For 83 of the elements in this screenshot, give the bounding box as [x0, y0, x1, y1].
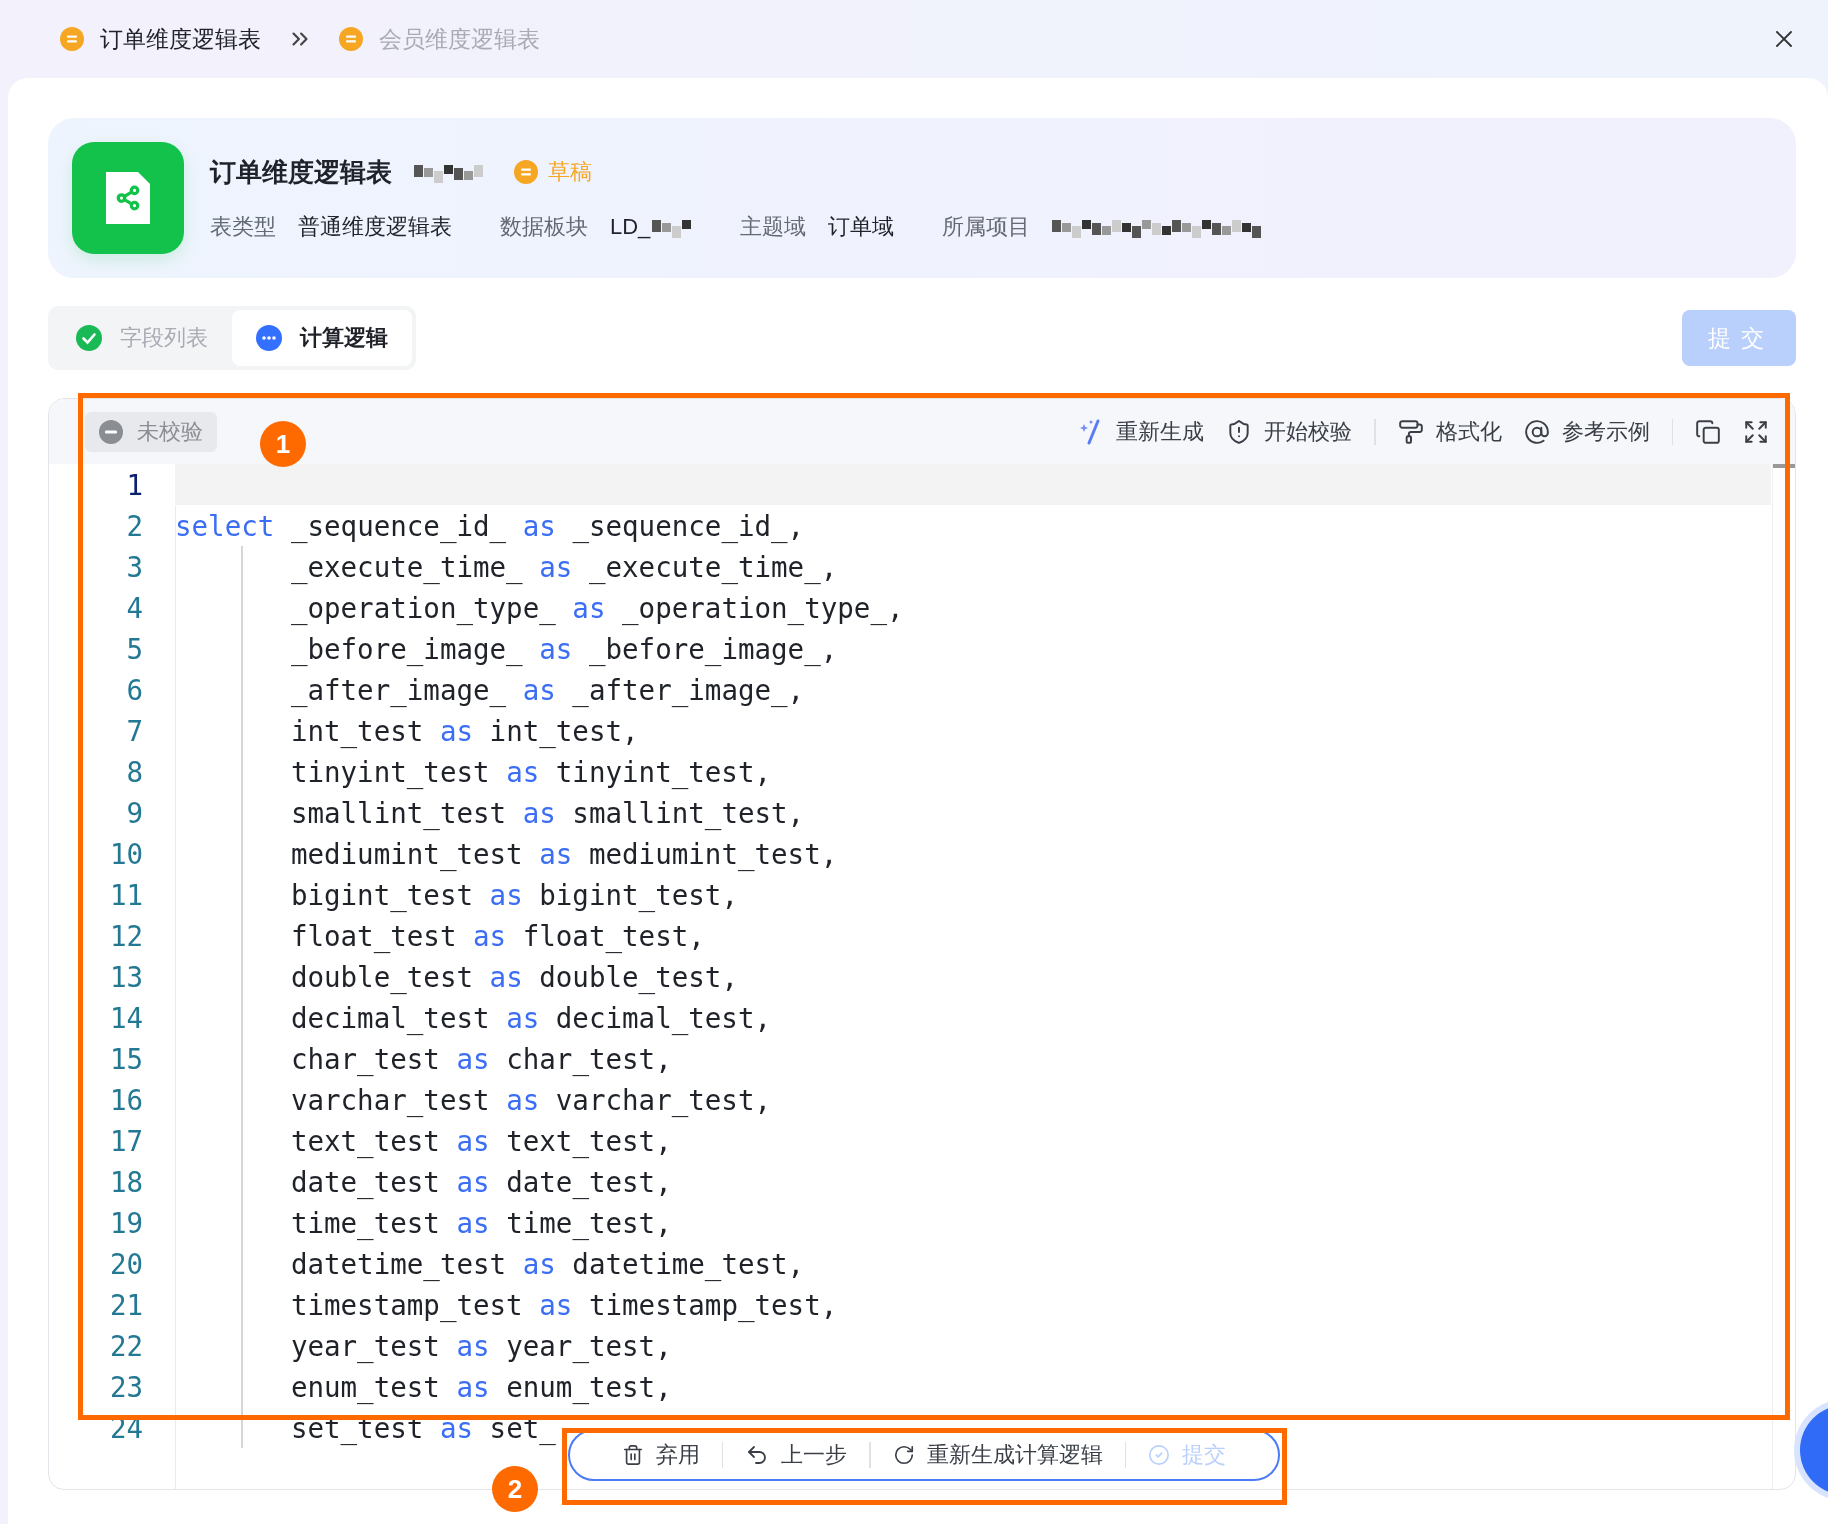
check-icon — [76, 325, 102, 351]
code-line: int_test as int_test, — [290, 714, 639, 747]
equals-icon — [520, 167, 532, 177]
line-number: 5 — [125, 632, 144, 665]
line-number: 4 — [125, 591, 144, 624]
status-label: 草稿 — [548, 158, 592, 186]
code-line: year_test as year_test, — [290, 1329, 672, 1362]
fullscreen-icon — [1743, 418, 1769, 445]
line-number: 14 — [108, 1001, 144, 1034]
regenerate-logic-button[interactable]: 重新生成计算逻辑 — [892, 1440, 1103, 1470]
code-line: _after_image_ as _after_image_, — [290, 673, 805, 706]
code-line: datetime_test as datetime_test, — [290, 1247, 805, 1280]
refresh-icon — [892, 1444, 915, 1466]
code-line: smallint_test as smallint_test, — [290, 796, 805, 829]
line-number: 19 — [108, 1206, 144, 1239]
meta-label: 所属项目 — [942, 212, 1031, 241]
code-line: select _sequence_id_ as _sequence_id_, — [175, 509, 805, 542]
line-number: 10 — [108, 837, 144, 870]
meta-label: 数据板块 — [500, 212, 588, 241]
check-circle-icon — [1148, 1444, 1171, 1466]
line-number: 6 — [125, 673, 144, 706]
meta-value: LD_ — [610, 213, 651, 240]
code-line: date_test as date_test, — [290, 1165, 672, 1198]
line-number: 20 — [108, 1247, 144, 1280]
validate-button[interactable]: 开始校验 — [1226, 416, 1352, 447]
line-number: 23 — [108, 1370, 144, 1403]
line-number: 18 — [108, 1165, 144, 1198]
line-number: 16 — [108, 1083, 144, 1116]
regenerate-button[interactable]: 重新生成 — [1078, 416, 1204, 447]
line-number: 21 — [108, 1288, 144, 1321]
meta-value: 订单域 — [828, 212, 895, 241]
code-line: set_test as set_ — [290, 1411, 556, 1444]
line-number: 7 — [125, 714, 144, 747]
code-line: _execute_time_ as _execute_time_, — [290, 550, 838, 583]
code-line: decimal_test as decimal_test, — [290, 1001, 772, 1034]
validation-status: 未校验 — [85, 411, 217, 452]
line-number: 17 — [108, 1124, 144, 1157]
shield-icon — [1226, 418, 1252, 445]
scrollbar[interactable] — [1772, 464, 1795, 1489]
back-button[interactable]: 上一步 — [745, 1440, 848, 1470]
discard-button[interactable]: 弃用 — [621, 1440, 700, 1470]
code-line: tinyint_test as tinyint_test, — [290, 755, 772, 788]
copy-icon — [1695, 418, 1721, 445]
line-number: 13 — [108, 960, 144, 993]
line-number: 8 — [125, 755, 144, 788]
breadcrumb-item[interactable]: 订单维度逻辑表 — [60, 23, 261, 55]
line-number: 3 — [125, 550, 144, 583]
code-line: _before_image_ as _before_image_, — [290, 632, 838, 665]
fullscreen-button[interactable] — [1743, 418, 1769, 445]
trash-icon — [621, 1444, 644, 1466]
line-number: 12 — [108, 919, 144, 952]
equals-icon — [345, 34, 357, 44]
code-line: float_test as float_test, — [290, 919, 705, 952]
table-icon — [72, 142, 184, 254]
line-number: 22 — [108, 1329, 144, 1362]
code-line: double_test as double_test, — [290, 960, 738, 993]
at-sign-icon — [1523, 418, 1550, 445]
code-line: char_test as char_test, — [290, 1042, 672, 1075]
line-number: 2 — [125, 509, 144, 542]
line-number: 1 — [125, 468, 144, 501]
line-number: 9 — [125, 796, 144, 829]
example-button[interactable]: 参考示例 — [1523, 416, 1650, 447]
step-tab[interactable]: 计算逻辑 — [232, 310, 412, 366]
minus-circle-icon — [99, 419, 123, 444]
code-line: enum_test as enum_test, — [290, 1370, 672, 1403]
meta-label: 表类型 — [210, 212, 276, 241]
progress-icon — [256, 325, 282, 351]
equals-icon — [66, 34, 78, 44]
table-title: 订单维度逻辑表 — [210, 155, 392, 189]
line-number: 11 — [108, 878, 144, 911]
code-line: time_test as time_test, — [290, 1206, 672, 1239]
format-button[interactable]: 格式化 — [1397, 416, 1502, 447]
paint-roller-icon — [1397, 418, 1424, 445]
code-line: varchar_test as varchar_test, — [290, 1083, 772, 1116]
code-line: timestamp_test as timestamp_test, — [290, 1288, 838, 1321]
code-line: text_test as text_test, — [290, 1124, 672, 1157]
line-number: 15 — [108, 1042, 144, 1075]
code-line: mediumint_test as mediumint_test, — [290, 837, 838, 870]
copy-button[interactable] — [1695, 418, 1721, 445]
meta-label: 主题域 — [740, 212, 807, 241]
meta-value: 普通维度逻辑表 — [298, 212, 452, 241]
code-line: _operation_type_ as _operation_type_, — [290, 591, 904, 624]
code-line: bigint_test as bigint_test, — [290, 878, 738, 911]
